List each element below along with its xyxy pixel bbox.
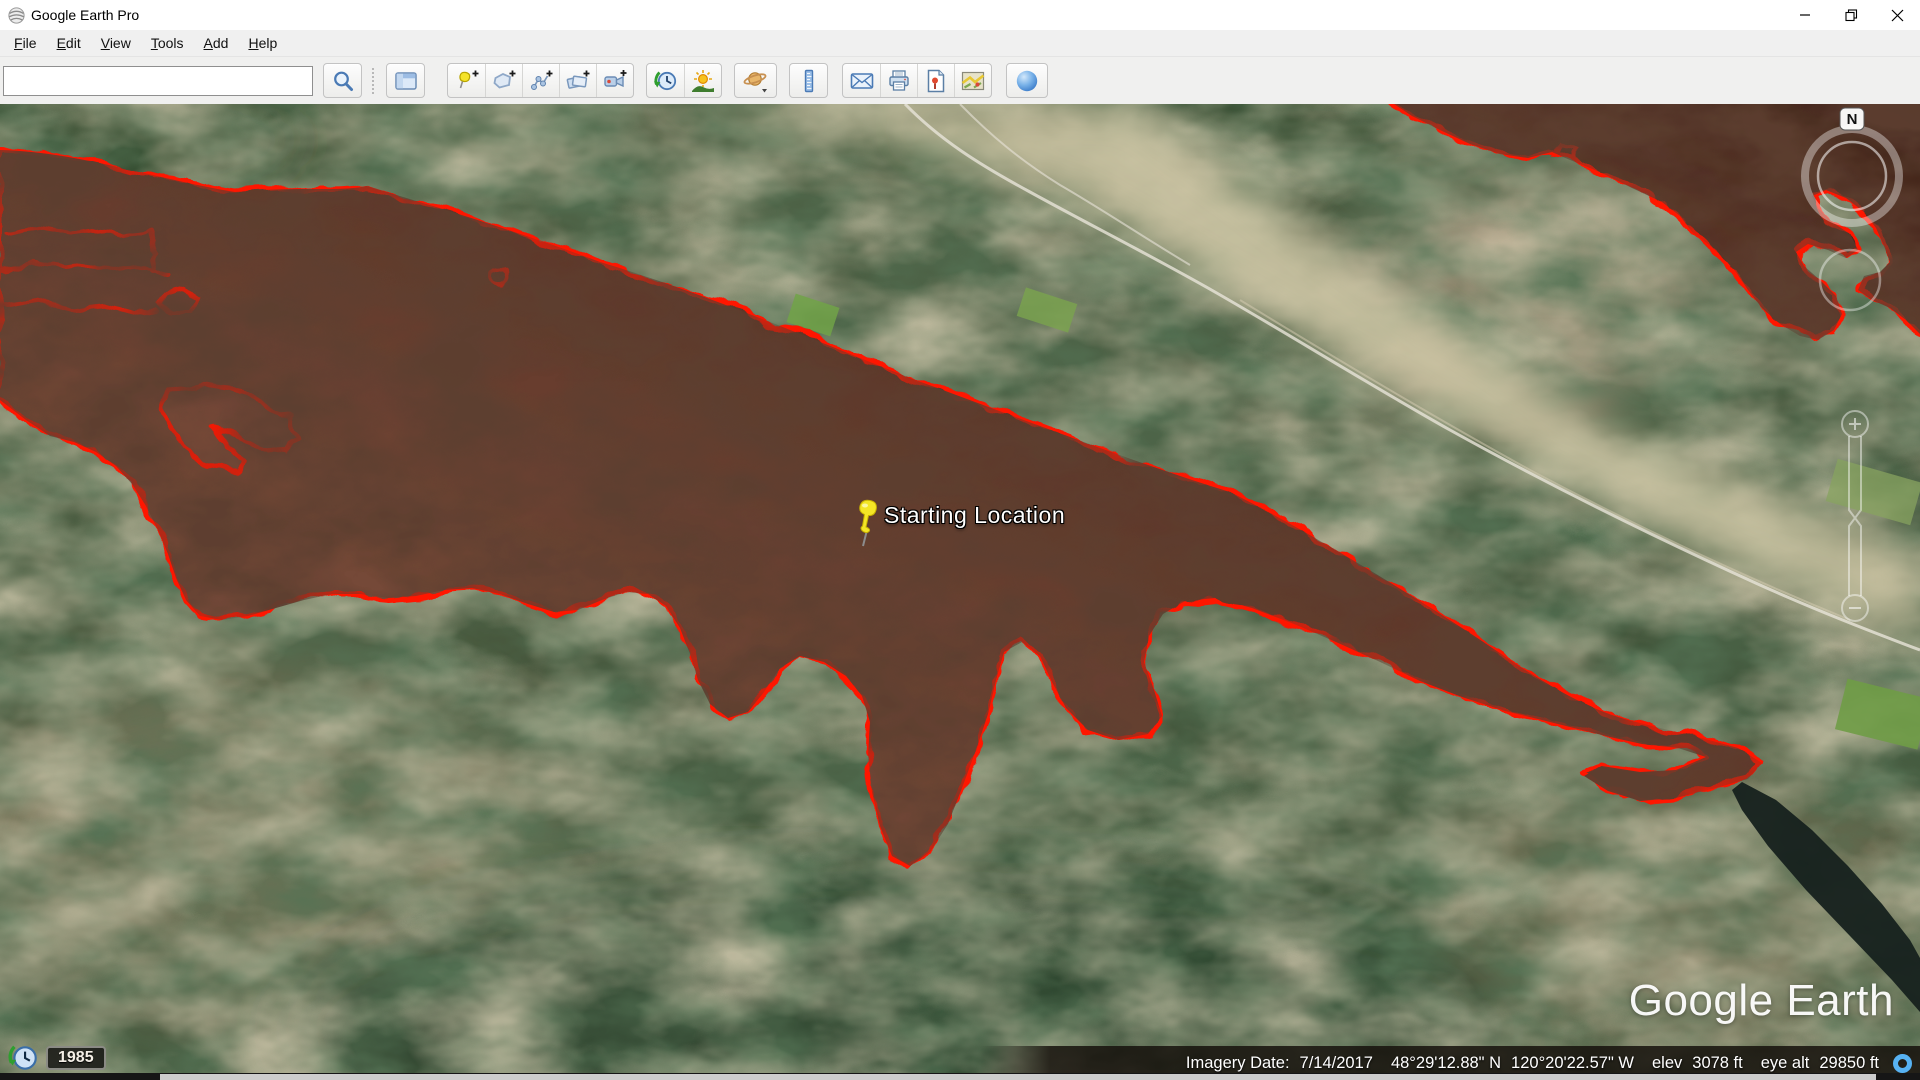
- app-globe-icon: [8, 7, 25, 24]
- eye-altitude-value: 29850 ft: [1819, 1054, 1879, 1073]
- earth-web-icon: [1014, 68, 1040, 94]
- sidebar-toggle-icon: [394, 69, 418, 93]
- ruler-icon: [797, 68, 821, 94]
- earth-web-button[interactable]: [1007, 64, 1047, 97]
- title-bar: Google Earth Pro: [0, 0, 1920, 30]
- close-button[interactable]: [1874, 0, 1920, 30]
- planets-icon: [742, 68, 770, 94]
- imagery-date-label: Imagery Date:: [1186, 1054, 1290, 1073]
- longitude-value: 120°20'22.57" W: [1511, 1054, 1634, 1073]
- menu-view-rest: iew: [110, 35, 131, 51]
- email-button[interactable]: [843, 64, 880, 97]
- add-image-overlay-button[interactable]: [559, 64, 596, 97]
- restore-icon: [1845, 9, 1858, 22]
- menu-file-mnemonic: F: [14, 35, 23, 51]
- close-icon: [1891, 9, 1904, 22]
- add-polygon-icon: [491, 68, 517, 94]
- add-path-icon: [528, 68, 554, 94]
- save-image-button[interactable]: [917, 64, 954, 97]
- print-button[interactable]: [880, 64, 917, 97]
- toolbar: [0, 56, 1920, 104]
- add-placemark-button[interactable]: [448, 64, 485, 97]
- menu-edit-mnemonic: E: [57, 35, 66, 51]
- historical-imagery-button[interactable]: [647, 64, 684, 97]
- map-3d-view[interactable]: Starting Location N Google Earth: [0, 104, 1920, 1080]
- menu-add[interactable]: Add: [194, 32, 239, 54]
- record-tour-icon: [602, 68, 628, 94]
- compass-ring: [1805, 129, 1899, 223]
- menu-tools[interactable]: Tools: [141, 32, 194, 54]
- imagery-year-badge: 1985: [46, 1046, 106, 1070]
- bottom-edge-strip: [0, 1073, 1920, 1080]
- planets-button[interactable]: [735, 64, 776, 97]
- menu-help-mnemonic: H: [248, 35, 258, 51]
- add-path-button[interactable]: [522, 64, 559, 97]
- sidebar-toggle-button[interactable]: [387, 64, 424, 97]
- menu-view-mnemonic: V: [101, 35, 110, 51]
- sunlight-button[interactable]: [684, 64, 721, 97]
- search-input[interactable]: [3, 66, 313, 96]
- imagery-date-value: 7/14/2017: [1300, 1054, 1373, 1073]
- elev-label: elev: [1652, 1054, 1682, 1073]
- restore-button[interactable]: [1828, 0, 1874, 30]
- search-icon: [331, 69, 355, 93]
- window-title: Google Earth Pro: [31, 7, 139, 23]
- print-icon: [886, 68, 912, 94]
- menu-tools-mnemonic: T: [151, 35, 158, 51]
- look-joystick: [1820, 250, 1880, 310]
- historical-imagery-icon: [653, 68, 679, 94]
- email-icon: [849, 68, 875, 94]
- add-polygon-button[interactable]: [485, 64, 522, 97]
- add-placemark-icon: [454, 68, 480, 94]
- latitude-value: 48°29'12.88" N: [1391, 1054, 1501, 1073]
- search-button[interactable]: [324, 64, 361, 97]
- record-tour-button[interactable]: [596, 64, 633, 97]
- menu-help[interactable]: Help: [238, 32, 287, 54]
- compass-north-label: N: [1847, 111, 1858, 128]
- placemark-pin-icon[interactable]: [853, 498, 883, 550]
- navigation-controls[interactable]: N: [1780, 104, 1920, 644]
- menu-edit-rest: dit: [66, 35, 81, 51]
- zoom-slider: [1842, 411, 1868, 621]
- google-earth-watermark: Google Earth: [1629, 976, 1894, 1026]
- menu-add-mnemonic: A: [204, 35, 213, 51]
- menu-bar: File Edit View Tools Add Help: [0, 30, 1920, 56]
- terrain-imagery: [0, 104, 1920, 1080]
- add-image-overlay-icon: [565, 68, 591, 94]
- view-in-maps-button[interactable]: [954, 64, 991, 97]
- menu-file-rest: ile: [23, 35, 37, 51]
- menu-tools-rest: ools: [158, 35, 184, 51]
- menu-add-rest: dd: [213, 35, 229, 51]
- google-earth-window: Google Earth Pro File Edit View Tools Ad: [0, 0, 1920, 1080]
- minimize-icon: [1799, 9, 1811, 21]
- save-image-icon: [923, 68, 949, 94]
- sunlight-icon: [690, 68, 716, 94]
- menu-view[interactable]: View: [91, 32, 141, 54]
- elevation-value: 3078 ft: [1692, 1054, 1742, 1073]
- streaming-progress-icon: [1893, 1054, 1912, 1073]
- history-time-chip: 1985: [8, 1042, 106, 1074]
- view-in-maps-icon: [960, 68, 986, 94]
- placemark-label: Starting Location: [884, 502, 1065, 529]
- eye-alt-label: eye alt: [1761, 1054, 1810, 1073]
- minimize-button[interactable]: [1782, 0, 1828, 30]
- menu-file[interactable]: File: [4, 32, 47, 54]
- menu-help-rest: elp: [259, 35, 278, 51]
- historical-time-icon[interactable]: [8, 1042, 40, 1074]
- ruler-button[interactable]: [790, 64, 827, 97]
- toolbar-separator: [372, 68, 374, 94]
- menu-edit[interactable]: Edit: [47, 32, 91, 54]
